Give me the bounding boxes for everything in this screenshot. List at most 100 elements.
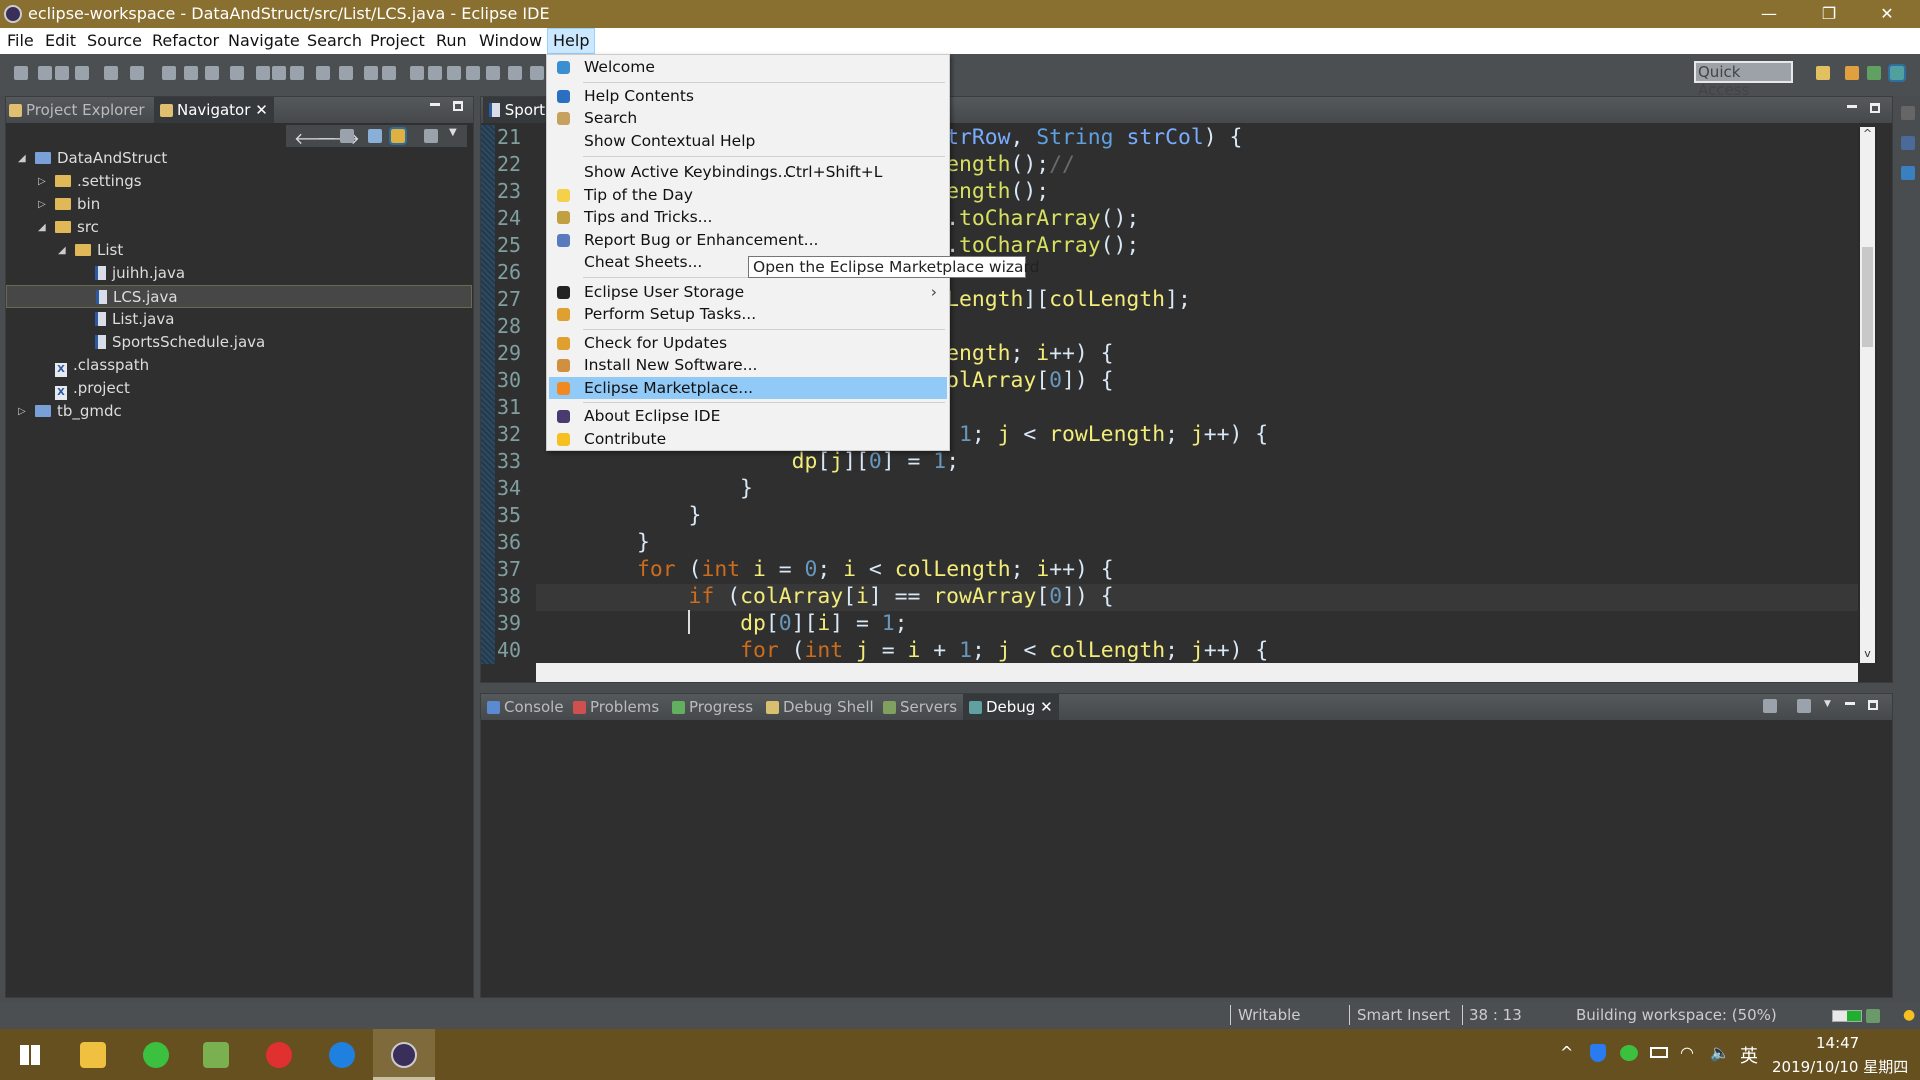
java-ee-perspective-icon[interactable] [1845,66,1859,80]
help-menu-item[interactable]: Eclipse User Storage › [549,281,947,304]
help-menu-item[interactable]: Show Active Keybindings... Ctrl+Shift+L [549,161,947,184]
collapse-all-icon[interactable] [368,129,382,143]
menu-refactor[interactable]: Refactor [152,31,219,50]
toolbar-action-icon[interactable] [486,66,500,80]
breakpoints-icon[interactable] [1901,166,1915,180]
help-menu-item[interactable]: Perform Setup Tasks... [549,303,947,326]
vertical-scrollbar[interactable]: ^ v [1858,127,1877,663]
menu-run[interactable]: Run [436,31,467,50]
eclipse-taskbar-button[interactable] [373,1029,435,1080]
toolbar-action-icon[interactable] [184,66,198,80]
minimize-view-icon[interactable] [1845,702,1855,705]
help-menu-item[interactable]: Welcome [549,56,947,79]
clock-date[interactable]: 2019/10/10 星期四 [1772,1056,1908,1077]
background-task-status[interactable]: Building workspace: (50%) [1576,1006,1777,1024]
collapsed-arrow-icon[interactable]: ▷ [38,170,46,193]
tab-project-explorer[interactable]: Project Explorer [9,101,145,119]
battery-icon[interactable] [1650,1047,1668,1058]
toolbar-action-icon[interactable] [466,66,480,80]
toolbar-action-icon[interactable] [410,66,424,80]
maximize-view-icon[interactable] [453,101,463,111]
toolbar-action-icon[interactable] [382,66,396,80]
maximize-editor-icon[interactable] [1870,103,1880,113]
open-perspective-icon[interactable] [1816,66,1830,80]
collapsed-arrow-icon[interactable]: ▷ [18,400,26,423]
tree-item[interactable]: LCS.java [6,285,472,308]
tree-item[interactable]: juihh.java [6,262,472,285]
toolbar-action-icon[interactable] [447,66,461,80]
app-icon[interactable] [266,1042,292,1068]
toolbar-action-icon[interactable] [75,66,89,80]
tab-progress[interactable]: Progress [672,698,753,716]
scroll-down-icon[interactable]: v [1860,647,1875,663]
tab-debug-shell[interactable]: Debug Shell [766,698,874,716]
expanded-arrow-icon[interactable]: ◢ [58,239,66,262]
task-progress-bar[interactable] [1832,1010,1862,1022]
link-with-editor-icon[interactable] [389,127,407,145]
tree-item[interactable]: X .classpath [6,354,472,377]
toolbar-action-icon[interactable] [530,66,544,80]
scroll-up-icon[interactable]: ^ [1860,127,1875,143]
help-menu-item[interactable]: Tips and Tricks... [549,206,947,229]
tab-debug[interactable]: Debug ✕ [963,694,1059,720]
start-icon[interactable] [20,1045,40,1065]
toolbar-action-icon[interactable] [104,66,118,80]
toolbar-action-icon[interactable] [55,66,69,80]
browser-icon[interactable] [329,1042,355,1068]
collapsed-arrow-icon[interactable]: ▷ [38,193,46,216]
menu-search[interactable]: Search [307,31,362,50]
toolbar-action-icon[interactable] [205,66,219,80]
help-menu-item[interactable]: Report Bug or Enhancement... [549,229,947,252]
view-menu-icon[interactable]: ▼ [1824,699,1831,709]
menu-source[interactable]: Source [87,31,142,50]
close-button[interactable]: ✕ [1858,0,1916,28]
debug-view-options-icon[interactable] [1797,699,1811,713]
tree-item[interactable]: X .project [6,377,472,400]
toolbar-action-icon[interactable] [38,66,52,80]
toolbar-action-icon[interactable] [230,66,244,80]
tree-item[interactable]: SportsSchedule.java [6,331,472,354]
help-menu-item[interactable]: About Eclipse IDE [549,405,947,428]
notepad-icon[interactable] [203,1042,229,1068]
toolbar-action-icon[interactable] [428,66,442,80]
expanded-arrow-icon[interactable]: ◢ [38,216,46,239]
toolbar-action-icon[interactable] [316,66,330,80]
toolbar-action-icon[interactable] [130,66,144,80]
tree-item[interactable]: ◢ src [6,216,472,239]
wifi-icon[interactable]: ◠ [1680,1043,1694,1062]
lightbulb-icon[interactable]: ● [1903,1007,1915,1023]
progress-view-icon[interactable] [1866,1009,1880,1023]
menu-window[interactable]: Window [479,31,542,50]
ime-indicator[interactable]: 英 [1740,1042,1758,1068]
restore-icon[interactable] [1901,106,1915,120]
help-menu-item[interactable]: Help Contents [549,85,947,108]
insert-mode-status[interactable]: Smart Insert [1357,1006,1450,1024]
toolbar-action-icon[interactable] [162,66,176,80]
toolbar-action-icon[interactable] [508,66,522,80]
expanded-arrow-icon[interactable]: ◢ [18,147,26,170]
tab-navigator[interactable]: Navigator ✕ [154,97,274,123]
close-tab-icon[interactable]: ✕ [255,101,268,119]
tree-item[interactable]: ▷ tb_gmdc [6,400,472,423]
wechat-icon[interactable] [143,1042,169,1068]
tab-console[interactable]: Console [487,698,564,716]
toolbar-action-icon[interactable] [14,66,28,80]
help-menu-item[interactable]: Show Contextual Help [549,130,947,153]
quick-access-field[interactable]: Quick Access [1694,61,1793,99]
tray-expand-icon[interactable]: ^ [1560,1043,1573,1062]
view-menu-icon[interactable]: ▼ [449,127,457,138]
wechat-tray-icon[interactable] [1620,1045,1638,1061]
help-menu-item[interactable]: Search [549,107,947,130]
menu-file[interactable]: File [7,31,34,50]
tree-item[interactable]: ▷ bin [6,193,472,216]
tree-item[interactable]: ▷ .settings [6,170,472,193]
file-explorer-icon[interactable] [80,1042,106,1068]
debug-perspective-icon[interactable] [1888,64,1906,82]
view-menu-filter-icon[interactable] [424,129,438,143]
up-icon[interactable] [340,129,354,143]
minimize-button[interactable]: — [1740,0,1798,28]
java-perspective-icon[interactable] [1867,66,1881,80]
maximize-view-icon[interactable] [1868,700,1878,710]
remove-terminated-icon[interactable] [1763,699,1777,713]
security-icon[interactable] [1590,1044,1606,1062]
